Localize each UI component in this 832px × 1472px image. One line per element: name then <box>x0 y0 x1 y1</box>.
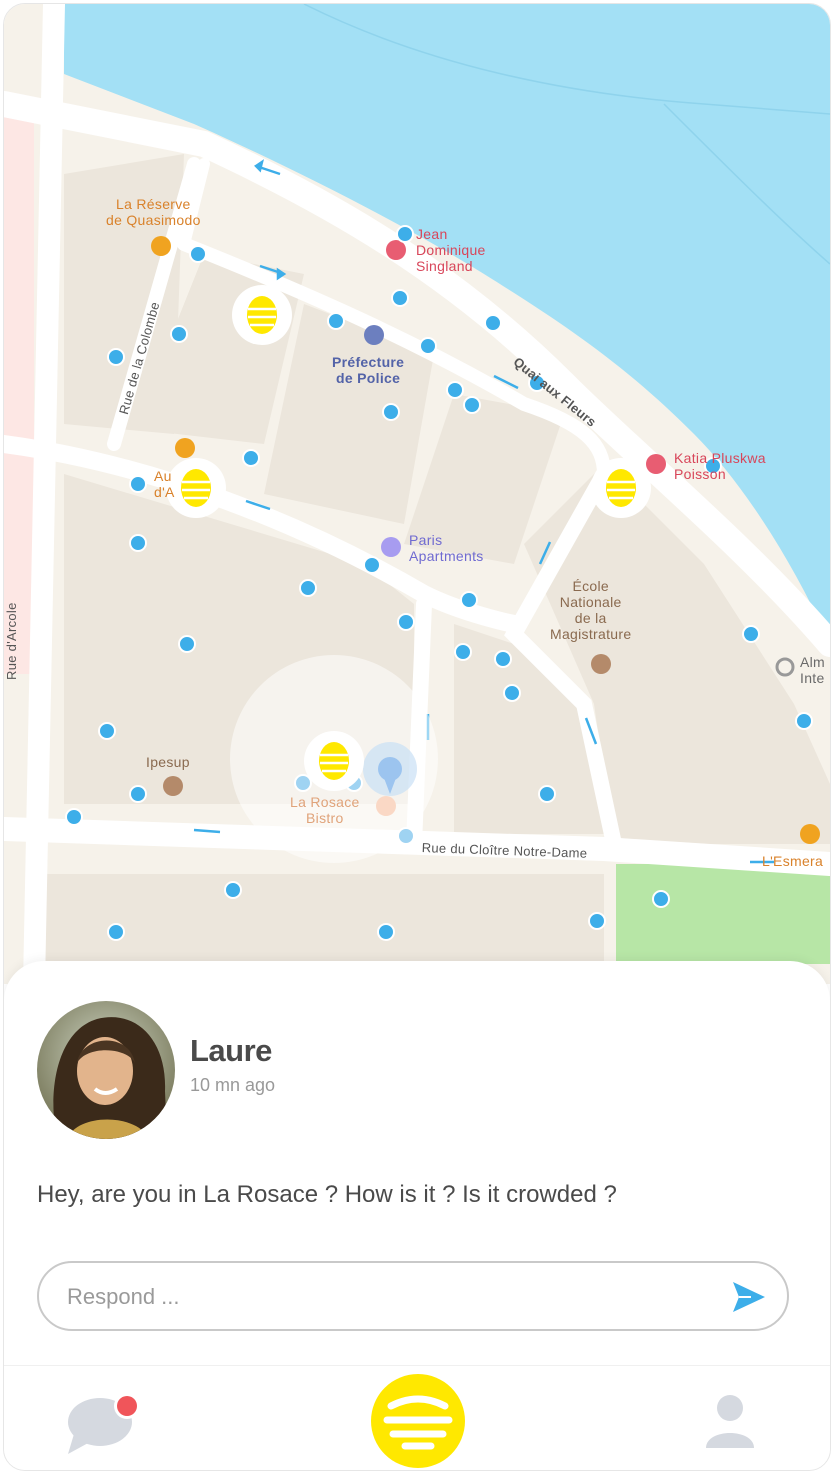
reply-input[interactable] <box>65 1275 709 1319</box>
poi-label-la-reserve[interactable]: La Réserve de Quasimodo <box>106 196 201 228</box>
avatar[interactable] <box>37 1001 175 1139</box>
user-icon[interactable] <box>700 1390 760 1450</box>
poi-label-katia-pluskwa[interactable]: Katia Pluskwa Poisson <box>674 450 766 482</box>
avatar-photo <box>37 1001 175 1139</box>
reply-field[interactable] <box>37 1261 789 1331</box>
hive-marker[interactable] <box>304 731 364 791</box>
poi-label-prefecture[interactable]: Préfecture de Police <box>332 354 404 386</box>
map-view[interactable]: La Réserve de Quasimodo Jean Dominique S… <box>4 4 830 984</box>
hive-logo-icon <box>383 1395 453 1450</box>
poi-label-la-rosace-bistro[interactable]: La Rosace Bistro <box>290 794 360 826</box>
poi-label-alm[interactable]: Alm Inte <box>800 654 825 686</box>
send-icon[interactable] <box>731 1279 767 1315</box>
chat-bubble-icon[interactable] <box>64 1390 144 1454</box>
author-name[interactable]: Laure <box>190 1033 272 1069</box>
poi-label-ipesup[interactable]: Ipesup <box>146 754 190 770</box>
poi-label-auberge[interactable]: Au d'A <box>154 468 175 500</box>
street-label-rue-d-arcole: Rue d'Arcole <box>4 602 19 680</box>
poi-label-jean-dominique[interactable]: Jean Dominique Singland <box>416 226 486 274</box>
post-card: Laure 10 mn ago Hey, are you in La Rosac… <box>4 961 830 1470</box>
hive-marker[interactable] <box>232 285 292 345</box>
post-timestamp: 10 mn ago <box>190 1075 276 1095</box>
home-button[interactable] <box>371 1374 465 1468</box>
bottom-nav <box>4 1365 830 1470</box>
poi-label-ecole-magistrature[interactable]: École Nationale de la Magistrature <box>550 578 631 642</box>
post-message: Hey, are you in La Rosace ? How is it ? … <box>37 1181 617 1208</box>
notification-badge <box>117 1396 137 1416</box>
poi-label-l-esmeralda[interactable]: L'Esmera <box>762 853 823 869</box>
poi-label-paris-apartments[interactable]: Paris Apartments <box>409 532 484 564</box>
hive-marker[interactable] <box>591 458 651 518</box>
hive-marker[interactable] <box>166 458 226 518</box>
map-canvas[interactable] <box>4 4 830 984</box>
app-frame: La Réserve de Quasimodo Jean Dominique S… <box>3 3 831 1471</box>
